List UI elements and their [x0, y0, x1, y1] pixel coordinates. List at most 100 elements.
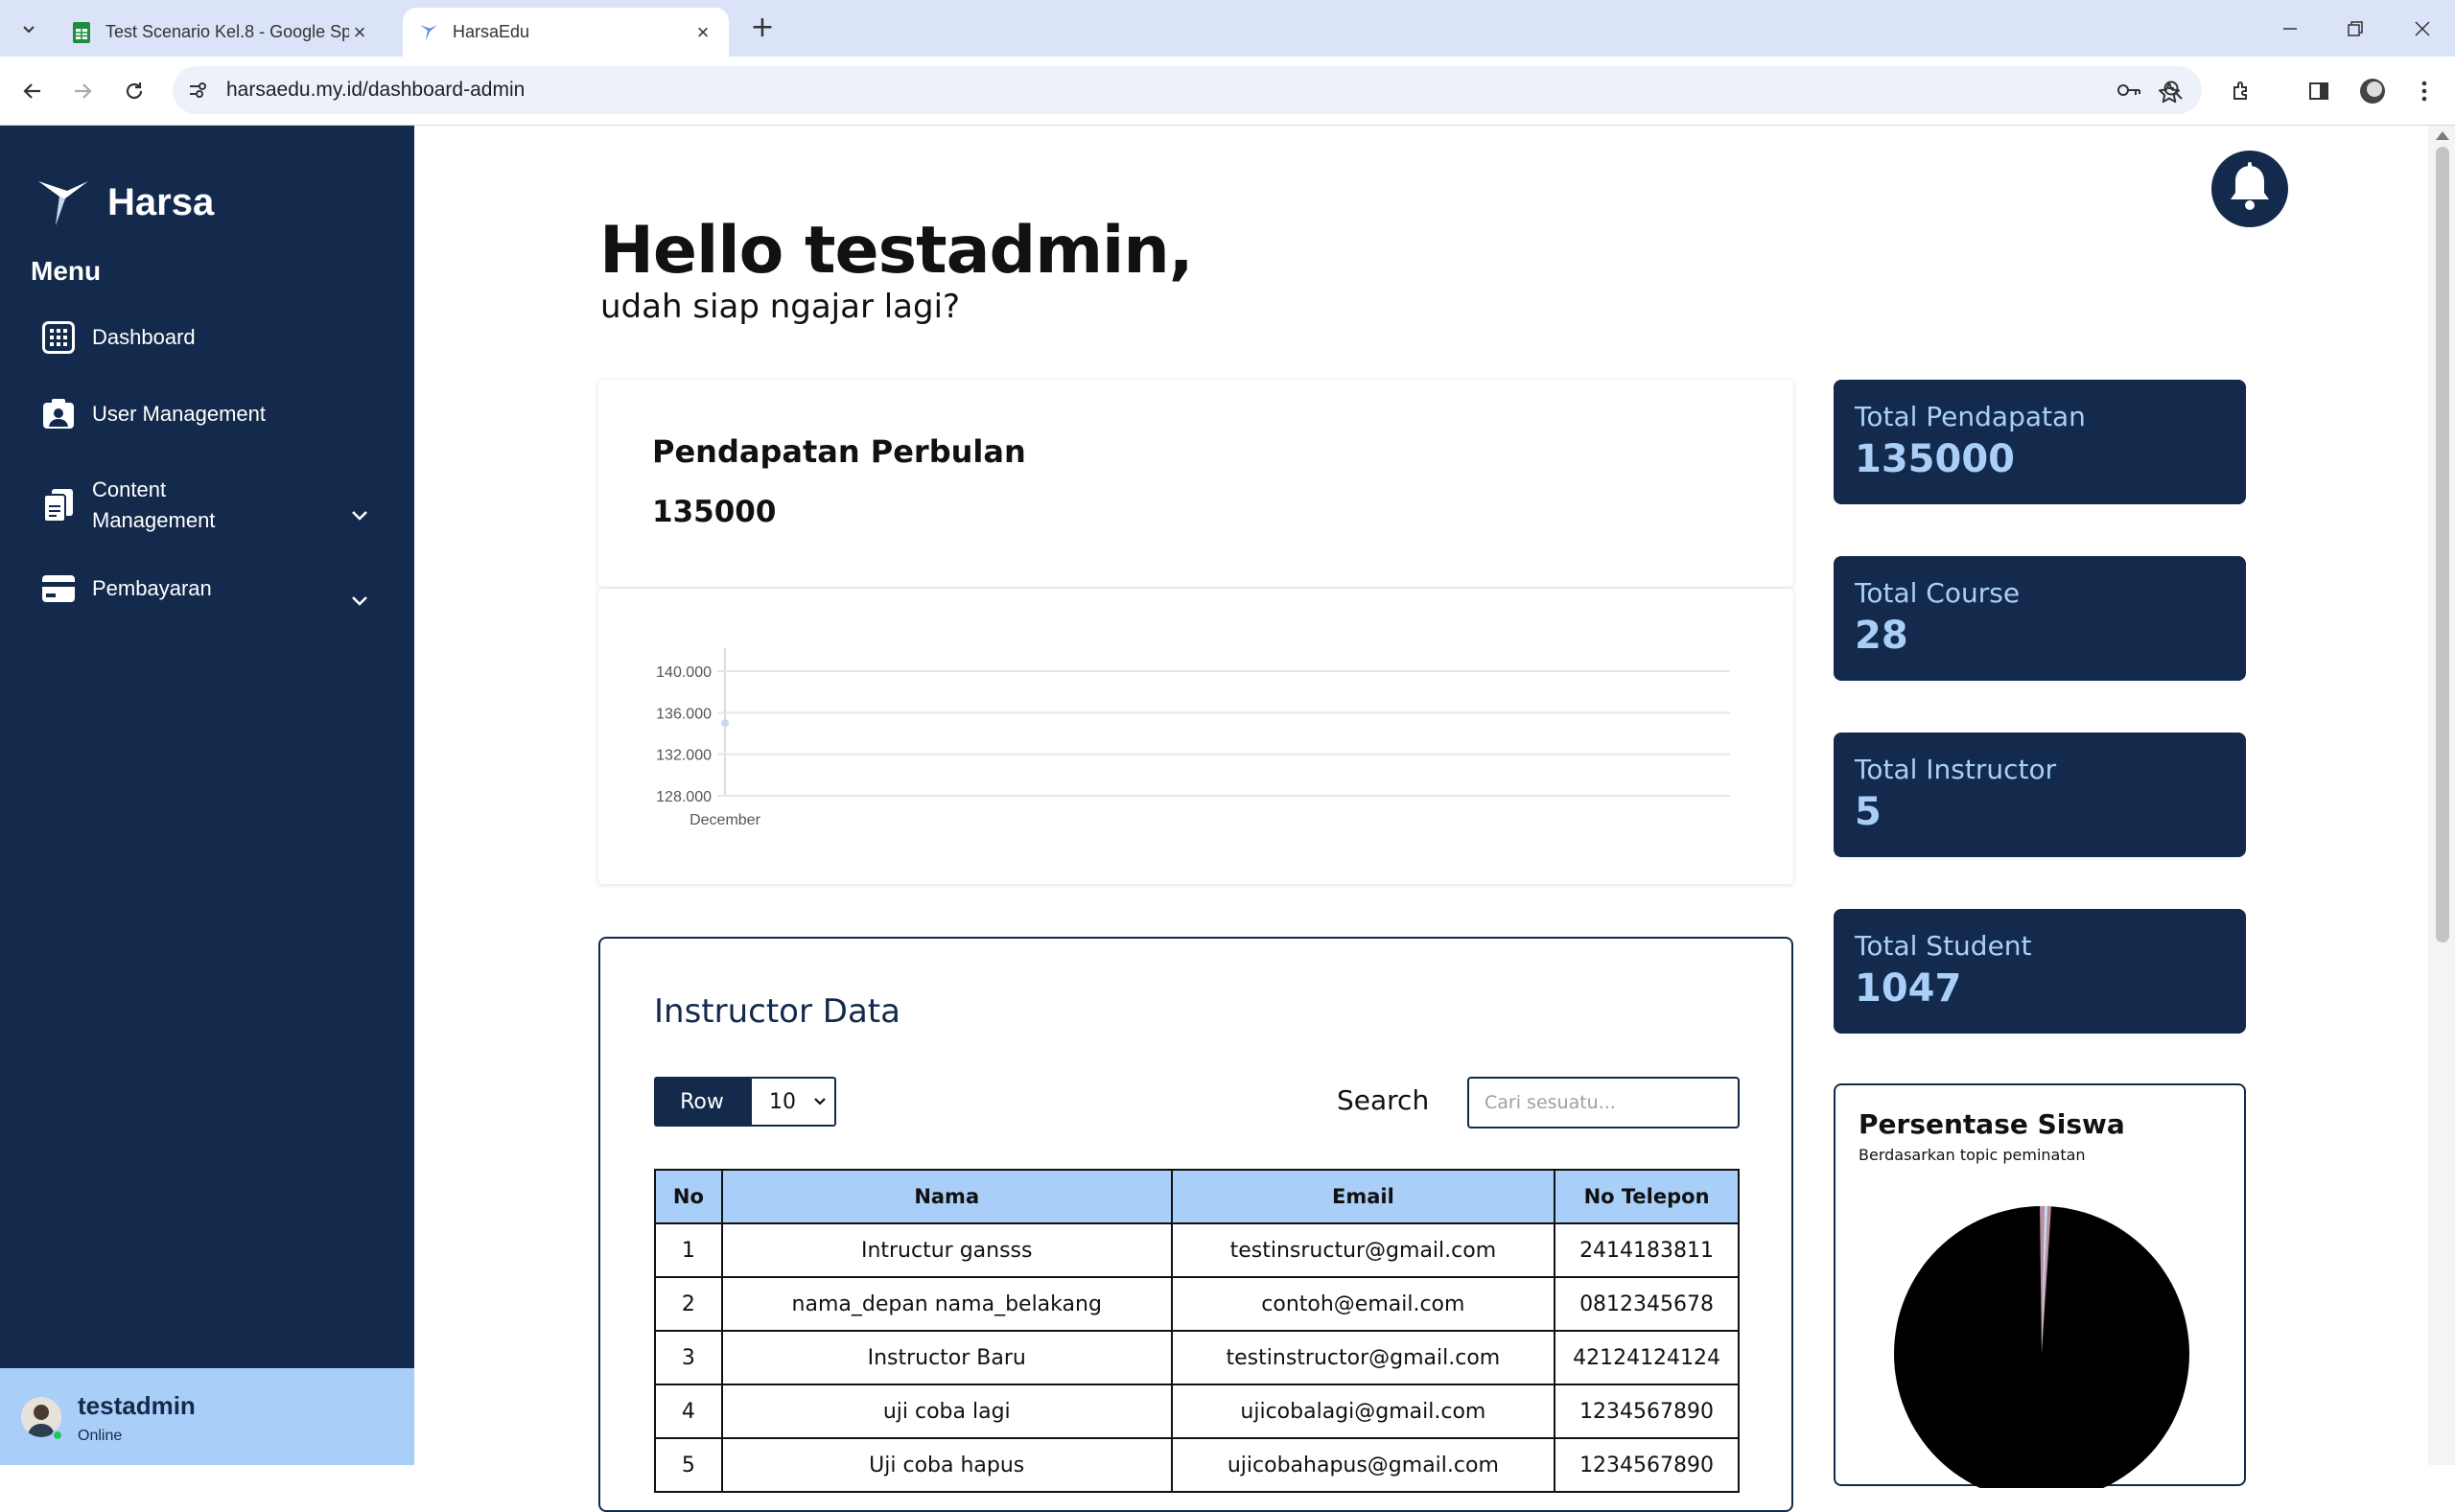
bell-icon — [2227, 162, 2273, 216]
table-row[interactable]: 3 Instructor Baru testinstructor@gmail.c… — [654, 1330, 1740, 1385]
minimize-icon[interactable] — [2271, 12, 2309, 46]
user-name: testadmin — [78, 1391, 196, 1420]
google-sheets-icon — [71, 21, 92, 43]
documents-icon — [40, 487, 77, 523]
cell-nama: Instructor Baru — [720, 1330, 1173, 1385]
cell-no: 2 — [654, 1276, 723, 1332]
column-header[interactable]: No — [654, 1169, 723, 1224]
back-icon[interactable] — [15, 74, 50, 108]
close-tab-icon[interactable]: × — [349, 20, 370, 44]
y-tick-label: 128.000 — [656, 789, 712, 805]
chevron-down-icon — [23, 26, 35, 34]
tab-search-button[interactable] — [13, 13, 44, 44]
instructor-data-card: Instructor Data Row 10 Search No Nama Em… — [598, 937, 1793, 1512]
cell-phone: 0812345678 — [1554, 1276, 1740, 1332]
current-user-panel[interactable]: testadmin Online — [0, 1368, 414, 1465]
url-field[interactable]: harsaedu.my.id/dashboard-admin — [173, 66, 2202, 114]
close-window-icon[interactable] — [2403, 12, 2442, 46]
column-header[interactable]: Email — [1170, 1169, 1556, 1224]
reload-icon[interactable] — [117, 74, 152, 108]
data-point[interactable] — [721, 719, 729, 728]
profile-avatar-icon[interactable] — [2355, 74, 2390, 108]
tab-harsaedu[interactable]: HarsaEdu × — [403, 8, 729, 57]
scrollbar-thumb[interactable] — [2436, 147, 2449, 942]
row-button[interactable]: Row — [654, 1077, 750, 1127]
password-key-icon[interactable] — [2116, 77, 2142, 104]
sidebar-item-label: User Management — [92, 402, 266, 426]
sidebar-item-pembayaran[interactable]: Pembayaran — [40, 570, 212, 607]
chevron-down-icon[interactable] — [347, 589, 372, 614]
page-greeting: Hello testadmin, — [599, 213, 1194, 289]
cell-nama: uji coba lagi — [720, 1384, 1173, 1439]
cell-email: testinsructur@gmail.com — [1170, 1222, 1556, 1278]
monthly-revenue-value: 135000 — [652, 495, 777, 529]
cell-email: ujicobahapus@gmail.com — [1170, 1437, 1556, 1493]
x-tick-label: December — [690, 812, 760, 828]
sidebar-item-dashboard[interactable]: Dashboard — [40, 319, 196, 356]
tab-title: HarsaEdu — [453, 22, 530, 41]
close-tab-icon[interactable]: × — [692, 20, 713, 44]
menu-title: Menu — [31, 256, 102, 286]
tab-google-sheets[interactable]: Test Scenario Kel.8 - Google Sp × — [56, 8, 386, 57]
y-tick-label: 132.000 — [656, 748, 712, 764]
new-tab-button[interactable]: + — [748, 13, 777, 43]
notification-bell-button[interactable] — [2211, 151, 2288, 227]
url-text: harsaedu.my.id/dashboard-admin — [226, 79, 526, 101]
cell-phone: 2414183811 — [1554, 1222, 1740, 1278]
chevron-down-icon[interactable] — [347, 503, 372, 528]
chevron-down-icon — [813, 1092, 827, 1117]
student-percentage-card: Persentase Siswa Berdasarkan topic pemin… — [1834, 1083, 2246, 1488]
revenue-line-chart: 128.000 132.000 136.000 140.000 December — [656, 648, 1730, 828]
stat-card-total-pendapatan: Total Pendapatan 135000 — [1834, 380, 2246, 504]
stat-value: 1047 — [1855, 966, 1962, 1011]
y-tick-label: 140.000 — [656, 664, 712, 681]
sidebar: Harsa Menu Dashboard User Management Con… — [0, 126, 414, 1465]
cell-no: 4 — [654, 1384, 723, 1439]
brand-logo[interactable]: Harsa — [36, 174, 214, 231]
sidebar-item-user-management[interactable]: User Management — [40, 396, 266, 432]
extensions-icon[interactable] — [2225, 74, 2259, 108]
stat-label: Total Instructor — [1855, 754, 2057, 785]
cell-phone: 1234567890 — [1554, 1437, 1740, 1493]
sidebar-item-content-management[interactable]: Content Management — [40, 475, 215, 536]
stat-label: Total Student — [1855, 930, 2032, 962]
stat-card-total-instructor: Total Instructor 5 — [1834, 733, 2246, 857]
cell-phone: 42124124124 — [1554, 1330, 1740, 1385]
cell-email: contoh@email.com — [1170, 1276, 1556, 1332]
stat-value: 5 — [1855, 790, 1882, 834]
stat-value: 135000 — [1855, 437, 2015, 481]
harsa-bird-icon — [36, 174, 90, 231]
user-status: Online — [78, 1428, 123, 1444]
table-row[interactable]: 1 Intructur gansss testinsructur@gmail.c… — [654, 1222, 1740, 1278]
stat-label: Total Course — [1855, 577, 2021, 609]
rows-per-page-value: 10 — [769, 1089, 796, 1114]
table-row[interactable]: 4 uji coba lagi ujicobalagi@gmail.com 12… — [654, 1384, 1740, 1439]
sidebar-item-label: Dashboard — [92, 325, 196, 349]
instructor-table: No Nama Email No Telepon 1 Intructur gan… — [654, 1169, 1740, 1493]
online-status-dot — [52, 1430, 63, 1441]
table-row[interactable]: 5 Uji coba hapus ujicobahapus@gmail.com … — [654, 1437, 1740, 1493]
side-panel-icon[interactable] — [2302, 74, 2336, 108]
table-row[interactable]: 2 nama_depan nama_belakang contoh@email.… — [654, 1276, 1740, 1332]
bookmark-star-icon[interactable] — [2152, 76, 2186, 110]
cell-nama: nama_depan nama_belakang — [720, 1276, 1173, 1332]
cell-email: testinstructor@gmail.com — [1170, 1330, 1556, 1385]
stat-card-total-course: Total Course 28 — [1834, 556, 2246, 681]
revenue-chart-card: 128.000 132.000 136.000 140.000 December — [598, 589, 1793, 884]
stat-label: Total Pendapatan — [1855, 401, 2086, 432]
rows-per-page-select[interactable]: 10 — [750, 1077, 836, 1127]
column-header[interactable]: No Telepon — [1554, 1169, 1740, 1224]
page-scrollbar[interactable] — [2428, 126, 2455, 1465]
browser-menu-icon[interactable] — [2407, 74, 2442, 108]
search-input[interactable] — [1467, 1077, 1740, 1128]
monthly-revenue-card: Pendapatan Perbulan 135000 — [598, 380, 1793, 587]
scroll-up-arrow-icon[interactable] — [2436, 131, 2449, 140]
restore-icon[interactable] — [2336, 12, 2374, 46]
monthly-revenue-title: Pendapatan Perbulan — [652, 433, 1026, 470]
column-header[interactable]: Nama — [720, 1169, 1173, 1224]
tab-title: Test Scenario Kel.8 - Google Sp — [105, 22, 349, 41]
forward-icon[interactable] — [65, 74, 100, 108]
user-card-icon — [40, 396, 77, 432]
cell-no: 1 — [654, 1222, 723, 1278]
site-settings-icon[interactable] — [186, 79, 209, 102]
